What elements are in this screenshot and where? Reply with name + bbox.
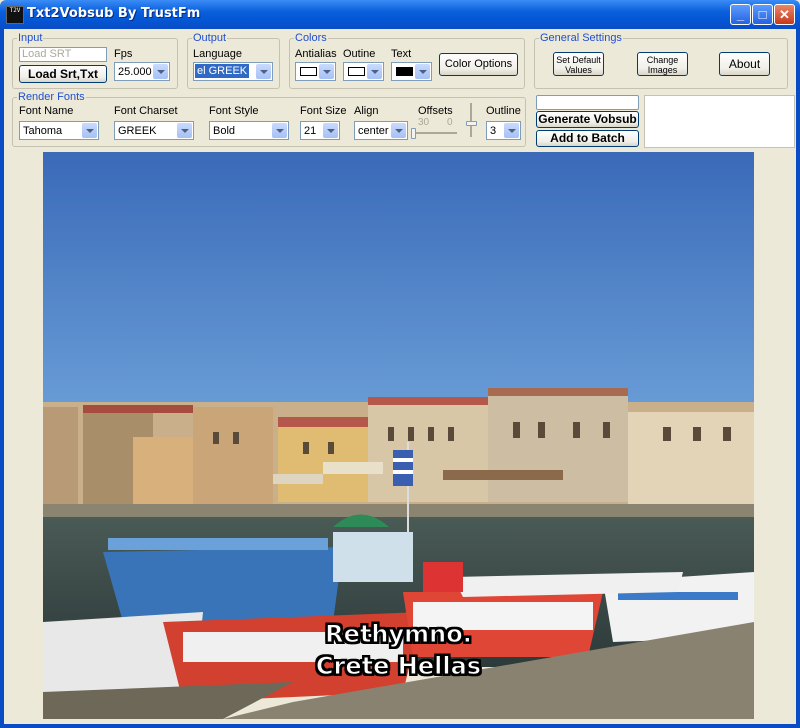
antialias-color-select[interactable] bbox=[295, 62, 336, 81]
outline-color-swatch bbox=[348, 67, 365, 76]
align-value: center bbox=[358, 125, 389, 137]
input-group-title: Input bbox=[17, 32, 44, 44]
offset-x-slider-thumb[interactable] bbox=[411, 128, 416, 139]
font-size-select[interactable]: 21 bbox=[300, 121, 340, 140]
outline-size-label: Outline bbox=[486, 105, 521, 117]
chevron-down-icon[interactable] bbox=[256, 64, 271, 79]
add-to-batch-button[interactable]: Add to Batch bbox=[536, 130, 639, 147]
subtitle-line-2: Crete Hellas bbox=[315, 652, 482, 681]
font-name-value: Tahoma bbox=[23, 125, 63, 137]
font-name-label: Font Name bbox=[19, 105, 74, 117]
language-value: el GREEK bbox=[195, 64, 250, 78]
fps-value: 25.000 bbox=[118, 66, 152, 78]
chevron-down-icon[interactable] bbox=[153, 64, 168, 79]
chevron-down-icon[interactable] bbox=[504, 123, 519, 138]
srt-path-placeholder: Load SRT bbox=[22, 48, 72, 60]
language-select[interactable]: el GREEK bbox=[193, 62, 273, 81]
change-images-button[interactable]: Change Images bbox=[637, 52, 688, 76]
outline-color-select[interactable] bbox=[343, 62, 384, 81]
window-border-left bbox=[0, 29, 4, 728]
minimize-button[interactable]: _ bbox=[730, 4, 751, 25]
font-size-value: 21 bbox=[304, 125, 317, 137]
chevron-down-icon[interactable] bbox=[323, 123, 338, 138]
offset-y-value: 0 bbox=[447, 117, 453, 128]
font-style-label: Font Style bbox=[209, 105, 259, 117]
chevron-down-icon[interactable] bbox=[82, 123, 97, 138]
about-button[interactable]: About bbox=[719, 52, 770, 76]
align-label: Align bbox=[354, 105, 379, 117]
text-color-select[interactable] bbox=[391, 62, 432, 81]
window-title: Txt2Vobsub By TrustFm bbox=[27, 6, 201, 21]
progress-bar bbox=[536, 95, 639, 110]
font-charset-value: GREEK bbox=[118, 125, 157, 137]
maximize-icon: □ bbox=[758, 7, 767, 22]
render-fonts-title: Render Fonts bbox=[17, 91, 86, 103]
general-settings-title: General Settings bbox=[539, 32, 623, 44]
close-button[interactable]: ✕ bbox=[774, 4, 795, 25]
window-border-right bbox=[796, 29, 800, 728]
fps-select[interactable]: 25.000 bbox=[114, 62, 170, 81]
chevron-down-icon[interactable] bbox=[391, 123, 406, 138]
offset-x-slider-track bbox=[413, 132, 457, 134]
text-color-label: Text bbox=[391, 48, 412, 60]
maximize-button[interactable]: □ bbox=[752, 4, 773, 25]
fps-label: Fps bbox=[114, 48, 133, 60]
antialias-color-swatch bbox=[300, 67, 317, 76]
font-style-select[interactable]: Bold bbox=[209, 121, 289, 140]
close-icon: ✕ bbox=[779, 7, 790, 22]
chevron-down-icon[interactable] bbox=[415, 64, 430, 79]
font-name-select[interactable]: Tahoma bbox=[19, 121, 99, 140]
output-group-title: Output bbox=[192, 32, 228, 44]
load-srt-button[interactable]: Load Srt,Txt bbox=[19, 65, 107, 83]
language-label: Language bbox=[193, 48, 242, 60]
antialias-label: Antialias bbox=[295, 48, 337, 60]
subtitle-line-1: Rethymno. bbox=[325, 620, 473, 649]
offset-x-value: 30 bbox=[418, 117, 430, 128]
srt-path-field[interactable]: Load SRT bbox=[19, 47, 107, 62]
chevron-down-icon[interactable] bbox=[177, 123, 192, 138]
minimize-icon: _ bbox=[736, 7, 745, 22]
color-options-button[interactable]: Color Options bbox=[439, 53, 518, 76]
preview-image: Rethymno. Crete Hellas bbox=[43, 152, 754, 719]
chevron-down-icon[interactable] bbox=[272, 123, 287, 138]
chevron-down-icon[interactable] bbox=[319, 64, 334, 79]
colors-group-title: Colors bbox=[294, 32, 328, 44]
outline-size-value: 3 bbox=[490, 125, 497, 137]
generate-vobsub-button[interactable]: Generate Vobsub bbox=[536, 111, 639, 128]
batch-list[interactable] bbox=[644, 95, 795, 148]
chevron-down-icon[interactable] bbox=[367, 64, 382, 79]
app-icon[interactable]: T2V bbox=[6, 6, 24, 24]
window-border-bottom bbox=[0, 724, 800, 728]
set-default-button[interactable]: Set Default Values bbox=[553, 52, 604, 76]
offset-y-slider-track bbox=[470, 103, 472, 137]
font-charset-select[interactable]: GREEK bbox=[114, 121, 194, 140]
outline-color-label: Outine bbox=[343, 48, 376, 60]
align-select[interactable]: center bbox=[354, 121, 408, 140]
font-style-value: Bold bbox=[213, 125, 236, 137]
text-color-swatch bbox=[396, 67, 413, 76]
font-size-label: Font Size bbox=[300, 105, 347, 117]
offset-y-slider-thumb[interactable] bbox=[466, 121, 477, 126]
offsets-label: Offsets bbox=[418, 105, 453, 117]
outline-size-select[interactable]: 3 bbox=[486, 121, 521, 140]
font-charset-label: Font Charset bbox=[114, 105, 178, 117]
